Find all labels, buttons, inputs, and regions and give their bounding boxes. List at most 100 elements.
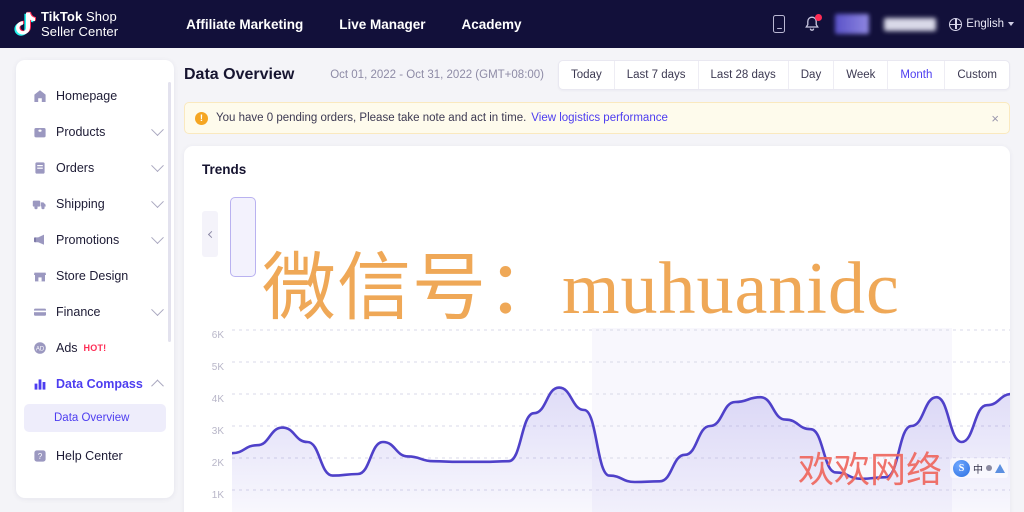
- metric-carousel: [202, 191, 992, 277]
- box-icon: [32, 125, 47, 140]
- sidebar-scrollbar[interactable]: [168, 82, 171, 342]
- chevron-down-icon: [1008, 22, 1014, 26]
- brand-suffix: Shop: [82, 9, 117, 24]
- nav-link-academy[interactable]: Academy: [461, 17, 521, 32]
- sidebar-label: Shipping: [56, 197, 105, 211]
- sidebar-label: Help Center: [56, 449, 123, 463]
- nav-link-live-manager[interactable]: Live Manager: [339, 17, 425, 32]
- nav-links: Affiliate Marketing Live Manager Academy: [186, 17, 521, 32]
- date-range-label: Oct 01, 2022 - Oct 31, 2022 (GMT+08:00): [330, 69, 545, 81]
- ime-mode-label[interactable]: 中: [973, 461, 983, 476]
- sidebar-item-shipping[interactable]: Shipping: [16, 186, 174, 222]
- sidebar-label: Products: [56, 125, 106, 139]
- truck-icon: [32, 197, 47, 212]
- tab-last-28-days[interactable]: Last 28 days: [699, 61, 789, 89]
- megaphone-icon: [32, 233, 47, 248]
- y-axis-tick: 3K: [211, 426, 224, 437]
- brand-subtitle: Seller Center: [41, 24, 119, 39]
- sidebar-label: Finance: [56, 305, 101, 319]
- chevron-down-icon: [151, 230, 164, 244]
- ime-options-icon[interactable]: [986, 465, 992, 471]
- clipboard-icon: [32, 161, 47, 176]
- sidebar-subitem-data-overview[interactable]: Data Overview: [24, 404, 166, 432]
- avatar[interactable]: [835, 14, 870, 34]
- metric-card-selected[interactable]: [230, 197, 256, 277]
- main-content: Data Overview Oct 01, 2022 - Oct 31, 202…: [184, 56, 1010, 512]
- sidebar-item-promotions[interactable]: Promotions: [16, 222, 174, 258]
- y-axis-tick: 1K: [211, 490, 224, 501]
- chevron-down-icon: [151, 158, 164, 172]
- help-icon: ?: [32, 449, 47, 464]
- sidebar-label: Homepage: [56, 89, 118, 103]
- tab-month[interactable]: Month: [888, 61, 946, 89]
- notification-badge-dot: [815, 14, 823, 21]
- app-root: TikTok Shop Seller Center Affiliate Mark…: [0, 0, 1024, 512]
- sidebar-label: Ads: [56, 341, 78, 355]
- account-name-redacted[interactable]: [884, 17, 937, 31]
- pending-orders-banner: ! You have 0 pending orders, Please take…: [184, 102, 1010, 134]
- trends-title: Trends: [202, 162, 247, 177]
- top-navbar: TikTok Shop Seller Center Affiliate Mark…: [0, 0, 1024, 48]
- svg-text:?: ?: [37, 452, 42, 461]
- chevron-down-icon: [151, 122, 164, 136]
- page-title: Data Overview: [184, 66, 295, 83]
- sidebar-item-finance[interactable]: Finance: [16, 294, 174, 330]
- nav-link-affiliate-marketing[interactable]: Affiliate Marketing: [186, 17, 303, 32]
- sidebar-item-help-center[interactable]: ? Help Center: [16, 438, 174, 474]
- ime-logo-icon: S: [953, 459, 970, 477]
- tab-custom[interactable]: Custom: [945, 61, 1009, 89]
- tab-last-7-days[interactable]: Last 7 days: [615, 61, 699, 89]
- sidebar-subitem-label: Data Overview: [54, 412, 130, 424]
- sidebar-item-data-compass[interactable]: Data Compass: [16, 366, 174, 402]
- svg-text:AD: AD: [35, 347, 44, 353]
- store-icon: [32, 269, 47, 284]
- brand-text: TikTok Shop Seller Center: [41, 10, 118, 38]
- tab-today[interactable]: Today: [559, 61, 615, 89]
- sidebar-item-store-design[interactable]: Store Design: [16, 258, 174, 294]
- ads-icon: AD: [32, 341, 47, 356]
- chevron-up-icon: [151, 379, 164, 392]
- tiktok-note-icon: [14, 11, 36, 37]
- y-axis-tick: 6K: [211, 330, 224, 341]
- chevron-down-icon: [151, 194, 164, 208]
- mobile-icon[interactable]: [769, 13, 789, 35]
- bars-icon: [32, 377, 47, 392]
- globe-icon: [949, 17, 963, 31]
- y-axis-tick: 2K: [211, 458, 224, 469]
- brand-name: TikTok: [41, 9, 83, 24]
- chevron-left-icon[interactable]: [202, 211, 218, 257]
- y-axis-tick: 5K: [211, 362, 224, 373]
- brand-logo[interactable]: TikTok Shop Seller Center: [14, 10, 118, 38]
- trends-card: Trends 6K 5K 4K 3K 2K 1K: [184, 146, 1010, 512]
- sidebar-label: Data Compass: [56, 377, 143, 391]
- sidebar: Homepage Products Orders Shipping Promot…: [16, 60, 174, 498]
- language-selector[interactable]: English: [949, 17, 1014, 31]
- language-label: English: [966, 18, 1004, 30]
- home-icon: [32, 89, 47, 104]
- sidebar-label: Promotions: [56, 233, 120, 247]
- sidebar-item-homepage[interactable]: Homepage: [16, 78, 174, 114]
- trend-chart: 6K 5K 4K 3K 2K 1K: [202, 322, 1010, 512]
- tab-week[interactable]: Week: [834, 61, 889, 89]
- nav-right-cluster: English: [769, 0, 1014, 48]
- y-axis-tick: 4K: [211, 394, 224, 405]
- card-icon: [32, 305, 47, 320]
- hot-badge: HOT!: [83, 343, 107, 353]
- ime-toolbar[interactable]: S 中: [950, 458, 1008, 478]
- sidebar-item-products[interactable]: Products: [16, 114, 174, 150]
- sidebar-item-ads[interactable]: AD Ads HOT!: [16, 330, 174, 366]
- sidebar-label: Orders: [56, 161, 95, 175]
- date-range-tabs: Today Last 7 days Last 28 days Day Week …: [558, 60, 1010, 90]
- sidebar-item-orders[interactable]: Orders: [16, 150, 174, 186]
- view-logistics-performance-link[interactable]: View logistics performance: [531, 112, 668, 124]
- page-header: Data Overview Oct 01, 2022 - Oct 31, 202…: [184, 56, 1010, 94]
- sidebar-label-text: Ads: [56, 341, 78, 355]
- ime-toolbox-icon[interactable]: [995, 463, 1005, 473]
- sidebar-label: Store Design: [56, 269, 129, 283]
- close-icon[interactable]: ×: [991, 112, 999, 125]
- tab-day[interactable]: Day: [789, 61, 835, 89]
- warning-icon: !: [195, 111, 208, 125]
- chart-canvas: [232, 329, 1010, 512]
- bell-icon[interactable]: [802, 13, 823, 35]
- banner-text: You have 0 pending orders, Please take n…: [216, 112, 527, 124]
